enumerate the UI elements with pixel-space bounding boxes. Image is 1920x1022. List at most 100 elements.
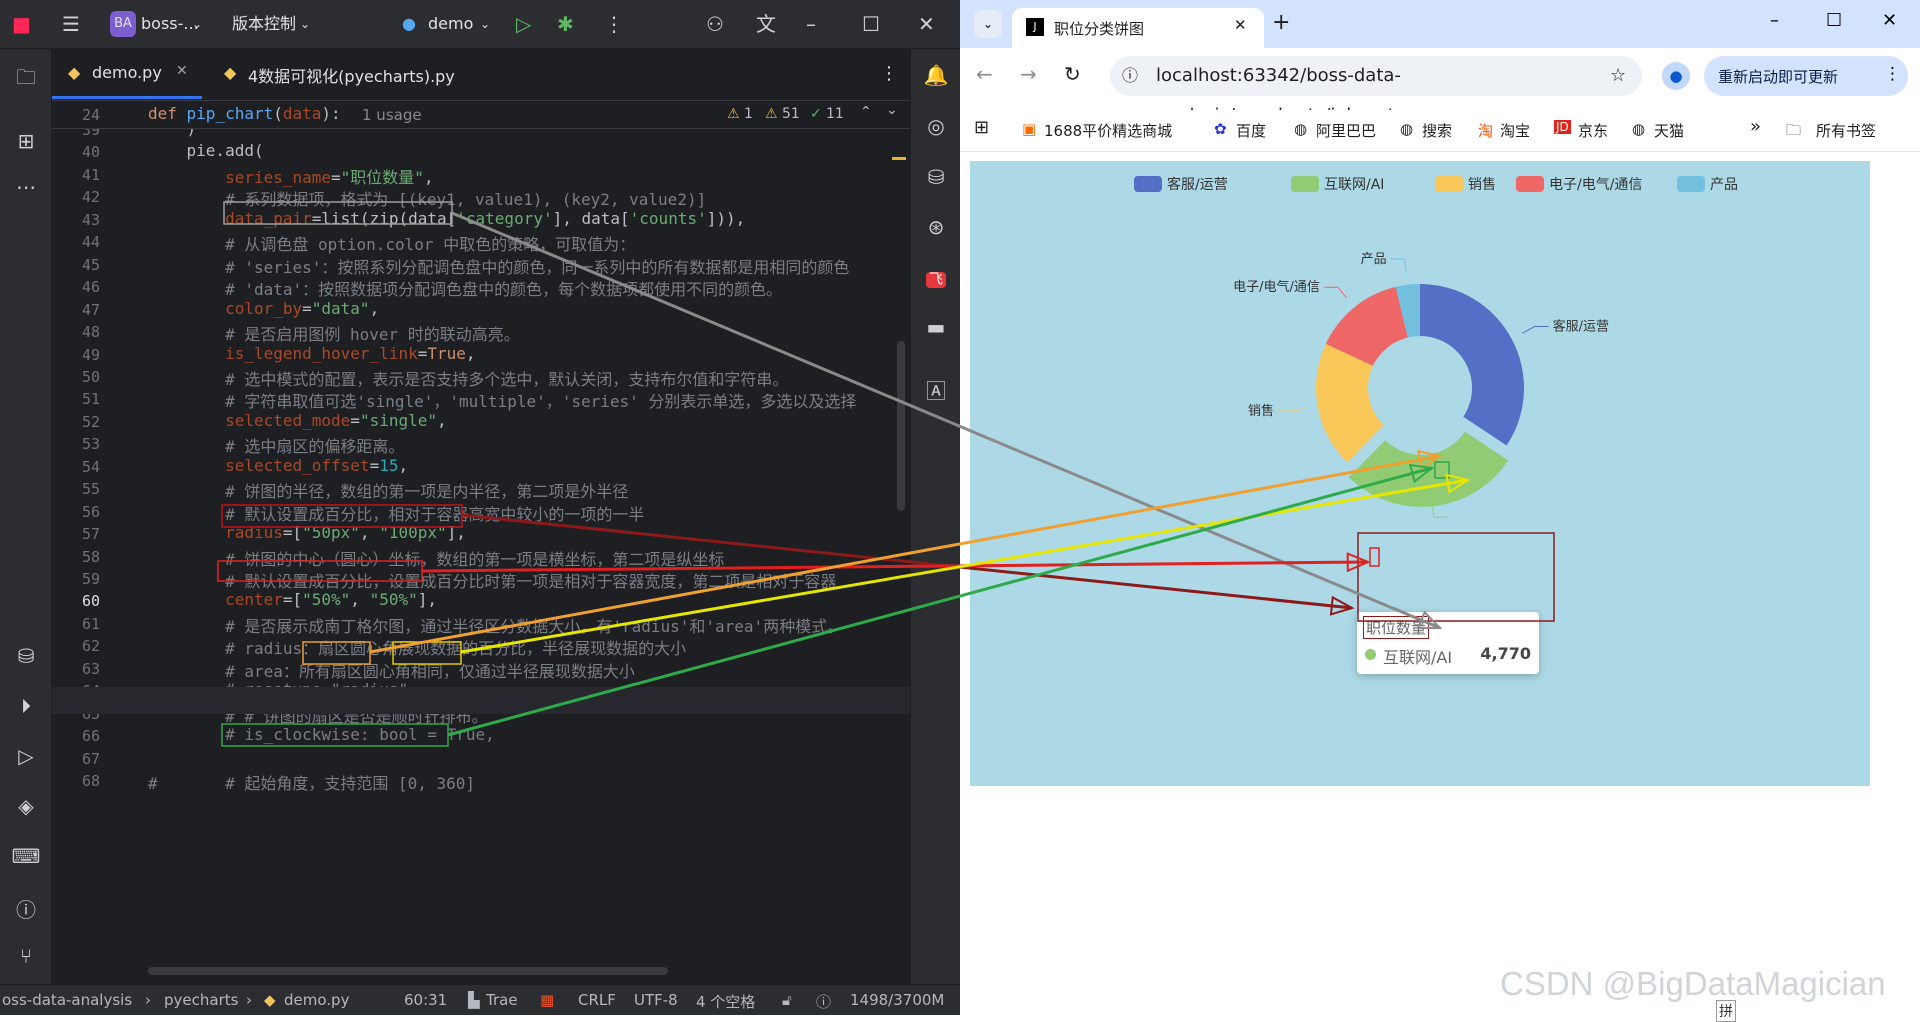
bookmark-tmall[interactable]: 天猫 bbox=[1654, 120, 1684, 141]
run-config-selector[interactable]: demo bbox=[428, 9, 473, 39]
maximize-icon[interactable]: ☐ bbox=[862, 9, 880, 39]
line-number: 53 bbox=[81, 435, 100, 454]
tab-visualization-py[interactable]: 4数据可视化(pyecharts).py bbox=[248, 63, 455, 87]
close-tab-icon[interactable]: ✕ bbox=[1234, 16, 1247, 34]
all-bookmarks[interactable]: 所有书签 bbox=[1816, 120, 1876, 141]
minimize-icon[interactable]: – bbox=[806, 9, 816, 39]
line-number: 52 bbox=[81, 412, 100, 431]
check-icon[interactable]: ✓ bbox=[810, 106, 822, 122]
warning-icon[interactable]: ⚠ bbox=[727, 106, 740, 122]
lock-icon[interactable]: 🔓︎ bbox=[782, 991, 792, 1009]
menu-icon: ⋮ bbox=[1884, 64, 1901, 84]
add-user-icon[interactable]: ⚇ bbox=[706, 9, 724, 39]
layers-icon[interactable]: ◈ bbox=[0, 794, 52, 818]
left-tool-strip: 🗀 ⊞ ⋯ ⛁ ⏵ ▷ ◈ ⌨ ⓘ ⑂ bbox=[0, 49, 52, 984]
update-button[interactable]: 重新启动即可更新 ⋮ bbox=[1704, 56, 1908, 96]
breadcrumb-project[interactable]: oss-data-analysis bbox=[2, 991, 132, 1009]
chevron-down-icon[interactable]: ⌄ bbox=[300, 9, 310, 39]
notifications-icon[interactable]: 🔔 bbox=[911, 63, 961, 87]
apps-icon[interactable]: ⊞ bbox=[974, 117, 989, 138]
bookmark-taobao[interactable]: 淘宝 bbox=[1500, 120, 1530, 141]
bookmark-search[interactable]: 搜索 bbox=[1422, 120, 1452, 141]
feishu-icon[interactable]: 飞 bbox=[911, 265, 961, 289]
line-number: 42 bbox=[81, 188, 100, 207]
close-icon[interactable]: ✕ bbox=[918, 9, 935, 39]
breadcrumb-folder[interactable]: pyecharts bbox=[164, 991, 238, 1009]
bookmark-panel-icon[interactable]: ▬ bbox=[911, 315, 961, 339]
folder-icon[interactable]: 🗀 bbox=[0, 63, 52, 97]
database-icon[interactable]: ⛁ bbox=[0, 644, 52, 668]
minimize-icon[interactable]: – bbox=[1770, 10, 1779, 31]
bookmark-1688[interactable]: 1688平价精选商城 bbox=[1044, 120, 1172, 141]
new-tab-icon[interactable]: + bbox=[1272, 10, 1290, 35]
more-tools-icon[interactable]: ⋯ bbox=[0, 175, 52, 199]
chevron-up-icon[interactable]: ⌃ bbox=[860, 104, 872, 120]
line-gutter: 39 40 41 42 43 44 45 46 47 48 49 50 51 52 53 54 55 56 57 58… bbox=[52, 101, 144, 978]
right-tool-strip: 🔔 ◎ ⛁ ⊛ 飞 ▬ 🄰 bbox=[910, 49, 960, 984]
debug-icon[interactable]: ✱ bbox=[557, 9, 574, 39]
browser-tab[interactable]: J 职位分类饼图 ✕ bbox=[1012, 8, 1264, 48]
translate-icon[interactable]: 文 bbox=[756, 9, 776, 39]
line-separator[interactable]: CRLF bbox=[578, 991, 616, 1009]
bookmark-baidu[interactable]: 百度 bbox=[1236, 120, 1266, 141]
slice-label: 客服/运营 bbox=[1553, 319, 1609, 335]
run-tool-icon[interactable]: ▷ bbox=[0, 744, 52, 768]
sticky-line-number: 24 bbox=[81, 106, 100, 124]
python-console-icon[interactable]: ⊛ bbox=[911, 215, 961, 239]
star-icon[interactable]: ☆ bbox=[1610, 56, 1626, 96]
pie-slice[interactable] bbox=[1420, 284, 1524, 446]
tab-demo-py[interactable]: demo.py bbox=[92, 63, 162, 82]
main-menu-icon[interactable]: ☰ bbox=[62, 9, 80, 39]
usage-hint[interactable]: 1 usage bbox=[362, 106, 422, 124]
indent-setting[interactable]: 4 个空格 bbox=[696, 991, 755, 1012]
structure-icon[interactable]: ⊞ bbox=[0, 129, 52, 153]
vertical-scrollbar[interactable] bbox=[897, 341, 905, 511]
horizontal-scrollbar[interactable] bbox=[148, 967, 668, 975]
address-bar[interactable]: ⓘ localhost:63342/boss-data-analysis/pye… bbox=[1110, 56, 1642, 126]
ai-assistant-icon[interactable]: ◎ bbox=[911, 114, 961, 138]
problems-icon[interactable]: ⓘ bbox=[0, 894, 52, 923]
line-number: 45 bbox=[81, 255, 100, 274]
tab-options-icon[interactable]: ⋮ bbox=[880, 63, 898, 84]
code-line: pie.add( bbox=[148, 141, 264, 161]
maximize-icon[interactable]: ☐ bbox=[1826, 10, 1842, 31]
more-bookmarks-icon[interactable]: » bbox=[1750, 116, 1761, 137]
more-icon[interactable]: ⋮ bbox=[604, 9, 624, 39]
tab-search-icon[interactable]: ⌄ bbox=[974, 10, 1002, 38]
code-line: # 默认设置成百分比，设置成百分比时第一项是相对于容器宽度，第二项是相对于容器 bbox=[225, 572, 837, 591]
forward-icon[interactable]: → bbox=[1020, 62, 1037, 86]
chevron-down-icon[interactable]: ⌄ bbox=[886, 102, 898, 118]
reload-icon[interactable]: ↻ bbox=[1064, 62, 1081, 86]
code-editor[interactable]: 24 def pip_chart(data): 1 usage ⚠ 1 ⚠ 51… bbox=[52, 101, 910, 978]
file-encoding[interactable]: UTF-8 bbox=[634, 991, 678, 1009]
pie-slice[interactable] bbox=[1348, 431, 1509, 507]
line-number: 61 bbox=[81, 614, 100, 633]
trae-plugin[interactable]: Trae bbox=[486, 991, 518, 1009]
label-line bbox=[1390, 258, 1407, 273]
git-icon[interactable]: ⑂ bbox=[0, 944, 52, 968]
text-icon[interactable]: 🄰 bbox=[911, 375, 961, 404]
tooltip-series: 职位数量 bbox=[1363, 616, 1430, 639]
database-icon[interactable]: ⛁ bbox=[911, 165, 961, 189]
bookmark-alibaba[interactable]: 阿里巴巴 bbox=[1316, 120, 1376, 141]
chevron-down-icon[interactable]: ⌄ bbox=[192, 9, 202, 39]
info-icon[interactable]: ⓘ bbox=[816, 991, 831, 1012]
breadcrumb-file[interactable]: demo.py bbox=[284, 991, 349, 1009]
close-icon[interactable]: ✕ bbox=[1882, 10, 1897, 31]
memory-indicator[interactable]: 1498/3700M bbox=[850, 991, 944, 1009]
run-icon[interactable]: ▷ bbox=[516, 9, 531, 39]
line-number: 47 bbox=[81, 300, 100, 319]
close-tab-icon[interactable]: ✕ bbox=[176, 63, 188, 79]
project-selector[interactable]: boss-... bbox=[141, 9, 199, 39]
bookmark-jd[interactable]: 京东 bbox=[1578, 120, 1608, 141]
services-icon[interactable]: ⏵ bbox=[0, 694, 52, 718]
vcs-menu[interactable]: 版本控制 bbox=[232, 9, 296, 39]
back-icon[interactable]: ← bbox=[976, 62, 993, 86]
terminal-icon[interactable]: ⌨ bbox=[0, 844, 52, 868]
profile-icon[interactable]: ● bbox=[1662, 62, 1690, 90]
line-number: 59 bbox=[81, 570, 100, 588]
chevron-down-icon[interactable]: ⌄ bbox=[480, 9, 490, 39]
weak-warning-icon[interactable]: ⚠ bbox=[765, 106, 778, 122]
caret-position[interactable]: 60:31 bbox=[404, 991, 447, 1009]
site-info-icon[interactable]: ⓘ bbox=[1122, 56, 1138, 96]
